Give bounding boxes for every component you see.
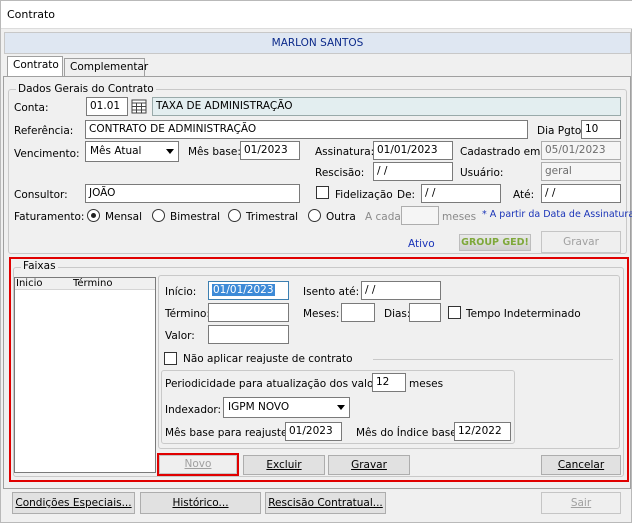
client-name-bar: MARLON SANTOS xyxy=(4,32,631,54)
group-ged-logo: GROUP GED! xyxy=(459,234,531,251)
meses-label: meses xyxy=(442,211,477,223)
contract-window: Contrato MARLON SANTOS Contrato Compleme… xyxy=(0,0,632,523)
radio-mensal-label: Mensal xyxy=(105,211,142,223)
sair-button[interactable]: Sair xyxy=(541,492,621,514)
mes-indice-input[interactable]: 12/2022 xyxy=(454,422,511,441)
dias-input[interactable] xyxy=(409,303,441,322)
separator-line xyxy=(373,359,613,360)
periodicidade-label: Periodicidade para atualização dos valor… xyxy=(165,378,393,390)
tempo-indeterminado-checkbox[interactable] xyxy=(448,306,461,319)
tab-complementar[interactable]: Complementar xyxy=(64,58,148,77)
indexador-value: IGPM NOVO xyxy=(228,401,290,413)
faixas-list[interactable]: Inicio Término xyxy=(14,277,156,473)
vencimento-label: Vencimento: xyxy=(14,148,80,160)
a-cada-input xyxy=(401,206,439,225)
consultor-label: Consultor: xyxy=(14,189,68,201)
historico-button[interactable]: Histórico... xyxy=(140,492,261,514)
radio-outra-label: Outra xyxy=(326,211,356,223)
radio-trimestral-label: Trimestral xyxy=(246,211,299,223)
assinatura-label: Assinatura: xyxy=(315,146,375,158)
conta-label: Conta: xyxy=(14,102,49,114)
faturamento-label: Faturamento: xyxy=(14,211,85,223)
cadastrado-label: Cadastrado em: xyxy=(460,146,544,158)
faixas-title: Faixas xyxy=(21,260,58,272)
assinatura-input[interactable]: 01/01/2023 xyxy=(373,141,453,160)
a-cada-label: A cada xyxy=(365,211,401,223)
isento-label: Isento até: xyxy=(303,286,360,298)
assinatura-note: * A partir da Data de Assinatura xyxy=(482,209,632,220)
isento-input[interactable]: / / xyxy=(361,281,441,300)
excluir-button[interactable]: Excluir xyxy=(243,455,325,475)
referencia-input[interactable]: CONTRATO DE ADMINISTRAÇÃO xyxy=(85,120,528,139)
mes-base-reajuste-input[interactable]: 01/2023 xyxy=(285,422,342,441)
conta-description: TAXA DE ADMINISTRAÇÃO xyxy=(152,97,621,116)
col-termino-header[interactable]: Término xyxy=(73,278,112,289)
conta-code-input[interactable]: 01.01 xyxy=(86,97,128,116)
inicio-label: Início: xyxy=(165,286,197,298)
dia-pgto-input[interactable]: 10 xyxy=(581,120,621,139)
mes-base-label: Mês base: xyxy=(188,146,241,158)
cancelar-button[interactable]: Cancelar xyxy=(541,455,621,475)
rescisao-label: Rescisão: xyxy=(315,167,365,179)
meses-input[interactable] xyxy=(341,303,375,322)
window-title: Contrato xyxy=(7,8,56,21)
radio-bimestral-label: Bimestral xyxy=(170,211,221,223)
rescisao-contratual-button[interactable]: Rescisão Contratual... xyxy=(265,492,386,514)
periodicidade-unit: meses xyxy=(409,378,444,390)
dias-label: Dias: xyxy=(384,308,411,320)
gravar-faixa-button[interactable]: Gravar xyxy=(328,455,410,475)
chevron-down-icon xyxy=(337,405,345,410)
ate-label: Até: xyxy=(513,189,535,201)
mes-base-input[interactable]: 01/2023 xyxy=(240,141,300,160)
tempo-indeterminado-label: Tempo Indeterminado xyxy=(466,308,581,320)
radio-bimestral[interactable] xyxy=(152,209,165,222)
calendar-grid-icon[interactable] xyxy=(131,99,147,114)
usuario-input: geral xyxy=(541,162,621,181)
rescisao-input[interactable]: / / xyxy=(373,162,453,181)
de-input[interactable]: / / xyxy=(421,184,501,203)
fidelizacao-label: Fidelização xyxy=(335,189,393,201)
dia-pgto-label: Dia Pgto: xyxy=(537,125,585,137)
periodicidade-input[interactable]: 12 xyxy=(372,373,406,392)
indexador-select[interactable]: IGPM NOVO xyxy=(223,397,350,418)
vencimento-value: Mês Atual xyxy=(90,145,142,157)
nao-aplicar-checkbox[interactable] xyxy=(164,352,177,365)
cadastrado-input: 05/01/2023 xyxy=(541,141,621,160)
valor-input[interactable] xyxy=(208,325,289,344)
radio-mensal[interactable] xyxy=(87,209,100,222)
termino-label: Término: xyxy=(165,308,210,320)
de-label: De: xyxy=(397,189,416,201)
termino-input[interactable] xyxy=(208,303,289,322)
mes-indice-label: Mês do Índice base: xyxy=(356,427,461,439)
referencia-label: Referência: xyxy=(14,125,74,137)
inicio-input[interactable]: 01/01/2023 xyxy=(208,281,289,300)
status-text: Ativo xyxy=(408,238,435,250)
usuario-label: Usuário: xyxy=(460,167,504,179)
ate-input[interactable]: / / xyxy=(541,184,621,203)
col-inicio-header[interactable]: Inicio xyxy=(16,278,42,289)
valor-label: Valor: xyxy=(165,330,195,342)
novo-button[interactable]: Novo xyxy=(159,455,237,474)
consultor-input[interactable]: JOÃO xyxy=(85,184,300,203)
vencimento-select[interactable]: Mês Atual xyxy=(85,141,179,162)
nao-aplicar-label: Não aplicar reajuste de contrato xyxy=(183,353,353,365)
meses-input-label: Meses: xyxy=(303,308,340,320)
mes-base-reajuste-label: Mês base para reajuste: xyxy=(165,427,292,439)
gravar-contrato-button[interactable]: Gravar xyxy=(541,231,621,253)
indexador-label: Indexador: xyxy=(165,404,222,416)
title-bar: Contrato xyxy=(1,1,632,29)
chevron-down-icon xyxy=(166,149,174,154)
tab-contrato[interactable]: Contrato xyxy=(7,56,63,77)
radio-trimestral[interactable] xyxy=(228,209,241,222)
dados-gerais-title: Dados Gerais do Contrato xyxy=(16,83,156,95)
condicoes-especiais-button[interactable]: Condições Especiais... xyxy=(12,492,135,514)
fidelizacao-checkbox[interactable] xyxy=(316,186,329,199)
radio-outra[interactable] xyxy=(308,209,321,222)
